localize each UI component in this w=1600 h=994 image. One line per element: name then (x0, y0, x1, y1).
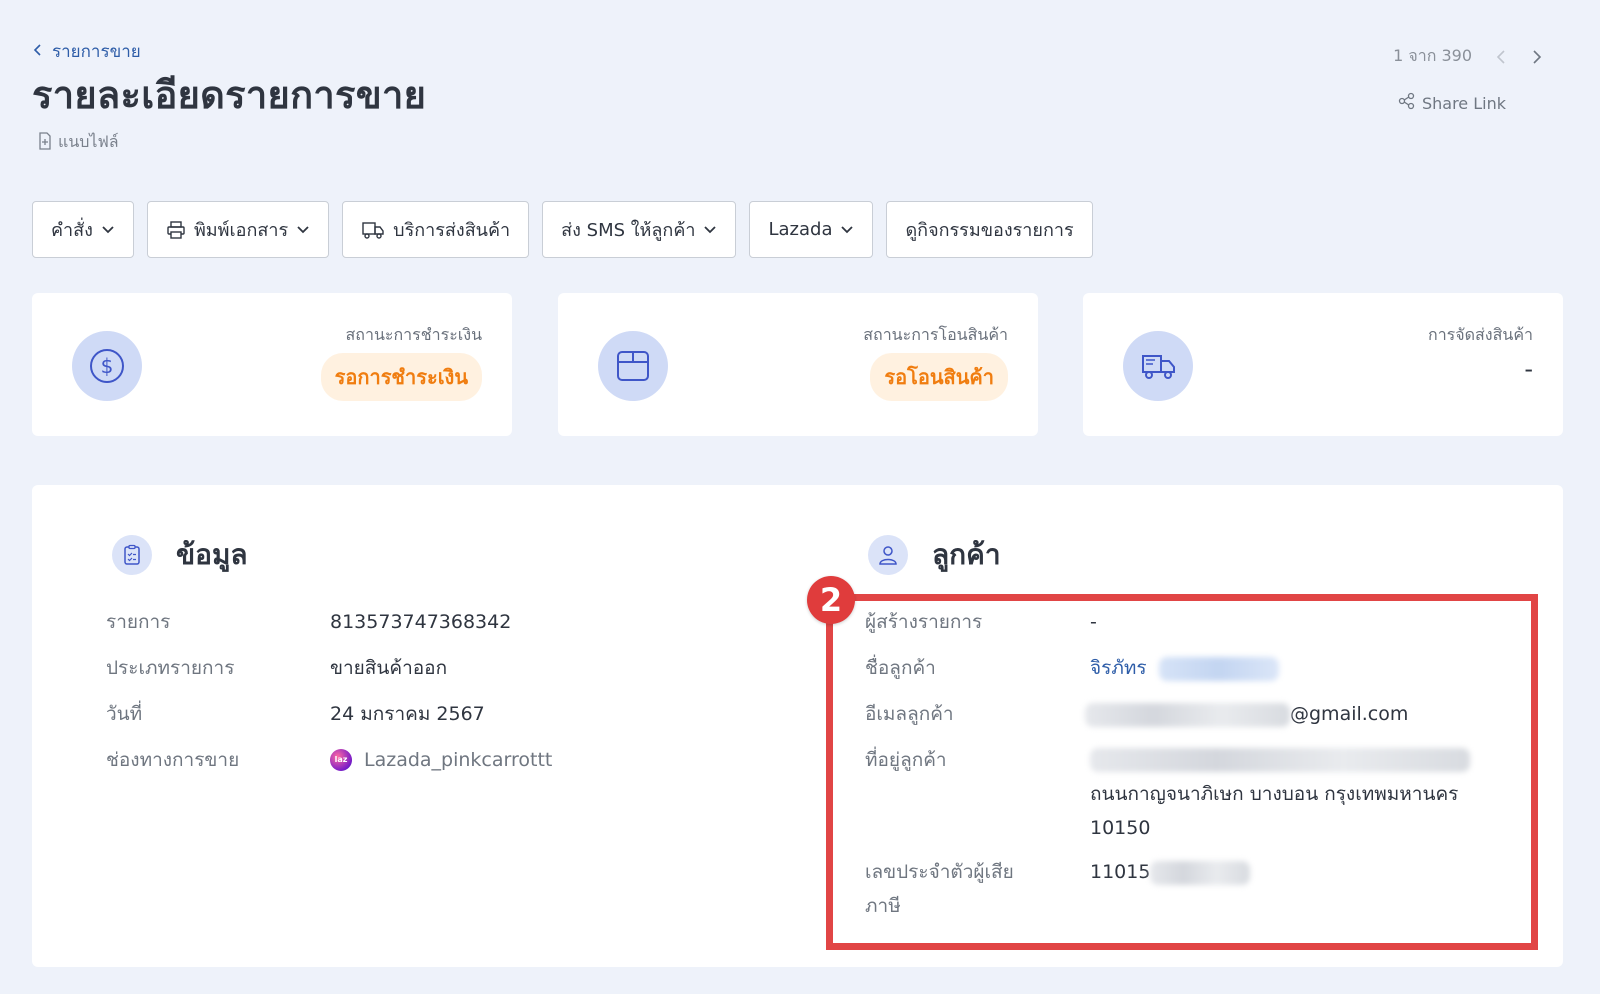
printer-icon (167, 220, 185, 239)
truck-icon (362, 221, 384, 239)
info-section-title: ข้อมูล (176, 538, 248, 571)
breadcrumb[interactable]: รายการขาย (32, 38, 141, 65)
pager-text: 1 จาก 390 (1393, 46, 1472, 65)
user-icon (868, 535, 908, 575)
action-toolbar: คำสั่ง พิมพ์เอกสาร บริการส่งสินค้า ส่ง S… (32, 201, 1093, 258)
order-date-value: 24 มกราคม 2567 (330, 703, 485, 725)
print-label: พิมพ์เอกสาร (193, 220, 289, 241)
chevron-left-icon (32, 42, 44, 62)
sale-detail-page: รายการขาย รายละเอียดรายการขาย แนบไฟล์ 1 … (0, 0, 1600, 994)
lazada-dropdown-button[interactable]: Lazada (749, 201, 874, 258)
page-title: รายละเอียดรายการขาย (32, 73, 427, 117)
customer-section-title: ลูกค้า (932, 538, 1001, 571)
transfer-status-card: สถานะการโอนสินค้า รอโอนสินค้า (558, 293, 1038, 436)
delivery-status-value: - (1524, 355, 1533, 383)
prev-record-button[interactable] (1494, 48, 1508, 66)
delivery-truck-icon (1123, 331, 1193, 401)
command-label: คำสั่ง (51, 220, 93, 241)
chevron-down-icon (841, 225, 854, 233)
payment-status-label: สถานะการชำระเงิน (345, 325, 482, 344)
shipping-service-button[interactable]: บริการส่งสินค้า (342, 201, 530, 258)
annotation-step-badge: 2 (807, 576, 855, 624)
svg-text:$: $ (101, 354, 114, 378)
record-pager: 1 จาก 390 (1393, 44, 1544, 69)
transfer-status-badge: รอโอนสินค้า (870, 353, 1008, 401)
sales-channel-name: Lazada_pinkcarrottt (364, 749, 553, 771)
customer-section-header: ลูกค้า (868, 533, 1001, 577)
file-add-icon (38, 131, 52, 154)
order-number-label: รายการ (106, 611, 171, 633)
payment-status-card: $ สถานะการชำระเงิน รอการชำระเงิน (32, 293, 512, 436)
view-activity-label: ดูกิจกรรมของรายการ (905, 220, 1074, 241)
payment-status-badge: รอการชำระเงิน (320, 353, 482, 401)
dollar-coin-icon: $ (72, 331, 142, 401)
lazada-logo-icon: laz (330, 749, 352, 771)
annotation-highlight-box (826, 594, 1538, 950)
attach-file-label: แนบไฟล์ (58, 132, 119, 151)
chevron-down-icon (297, 225, 309, 233)
shipping-service-label: บริการส่งสินค้า (393, 220, 511, 241)
lazada-label: Lazada (768, 219, 833, 240)
share-link-label: Share Link (1421, 93, 1506, 113)
info-section-header: ข้อมูล (112, 533, 248, 577)
chevron-down-icon (102, 225, 114, 233)
send-sms-label: ส่ง SMS ให้ลูกค้า (561, 220, 696, 241)
delivery-status-card: การจัดส่งสินค้า - (1083, 293, 1563, 436)
view-activity-button[interactable]: ดูกิจกรรมของรายการ (886, 201, 1093, 258)
breadcrumb-label: รายการขาย (52, 42, 141, 62)
sales-channel-value: laz Lazada_pinkcarrottt (330, 743, 552, 777)
order-type-label: ประเภทรายการ (106, 657, 235, 679)
send-sms-button[interactable]: ส่ง SMS ให้ลูกค้า (542, 201, 737, 258)
order-date-label: วันที่ (106, 703, 143, 725)
sales-channel-label: ช่องทางการขาย (106, 749, 240, 771)
next-record-button[interactable] (1530, 48, 1544, 66)
box-icon (598, 331, 668, 401)
print-documents-button[interactable]: พิมพ์เอกสาร (146, 201, 330, 258)
command-dropdown-button[interactable]: คำสั่ง (32, 201, 134, 258)
attach-file-link[interactable]: แนบไฟล์ (38, 130, 119, 155)
chevron-down-icon (704, 225, 717, 233)
share-link-button[interactable]: Share Link (1398, 92, 1506, 114)
order-number-value: 813573747368342 (330, 611, 512, 633)
transfer-status-label: สถานะการโอนสินค้า (863, 325, 1008, 344)
clipboard-icon (112, 535, 152, 575)
delivery-status-label: การจัดส่งสินค้า (1428, 325, 1533, 344)
order-type-value: ขายสินค้าออก (330, 657, 448, 679)
share-icon (1398, 92, 1416, 114)
